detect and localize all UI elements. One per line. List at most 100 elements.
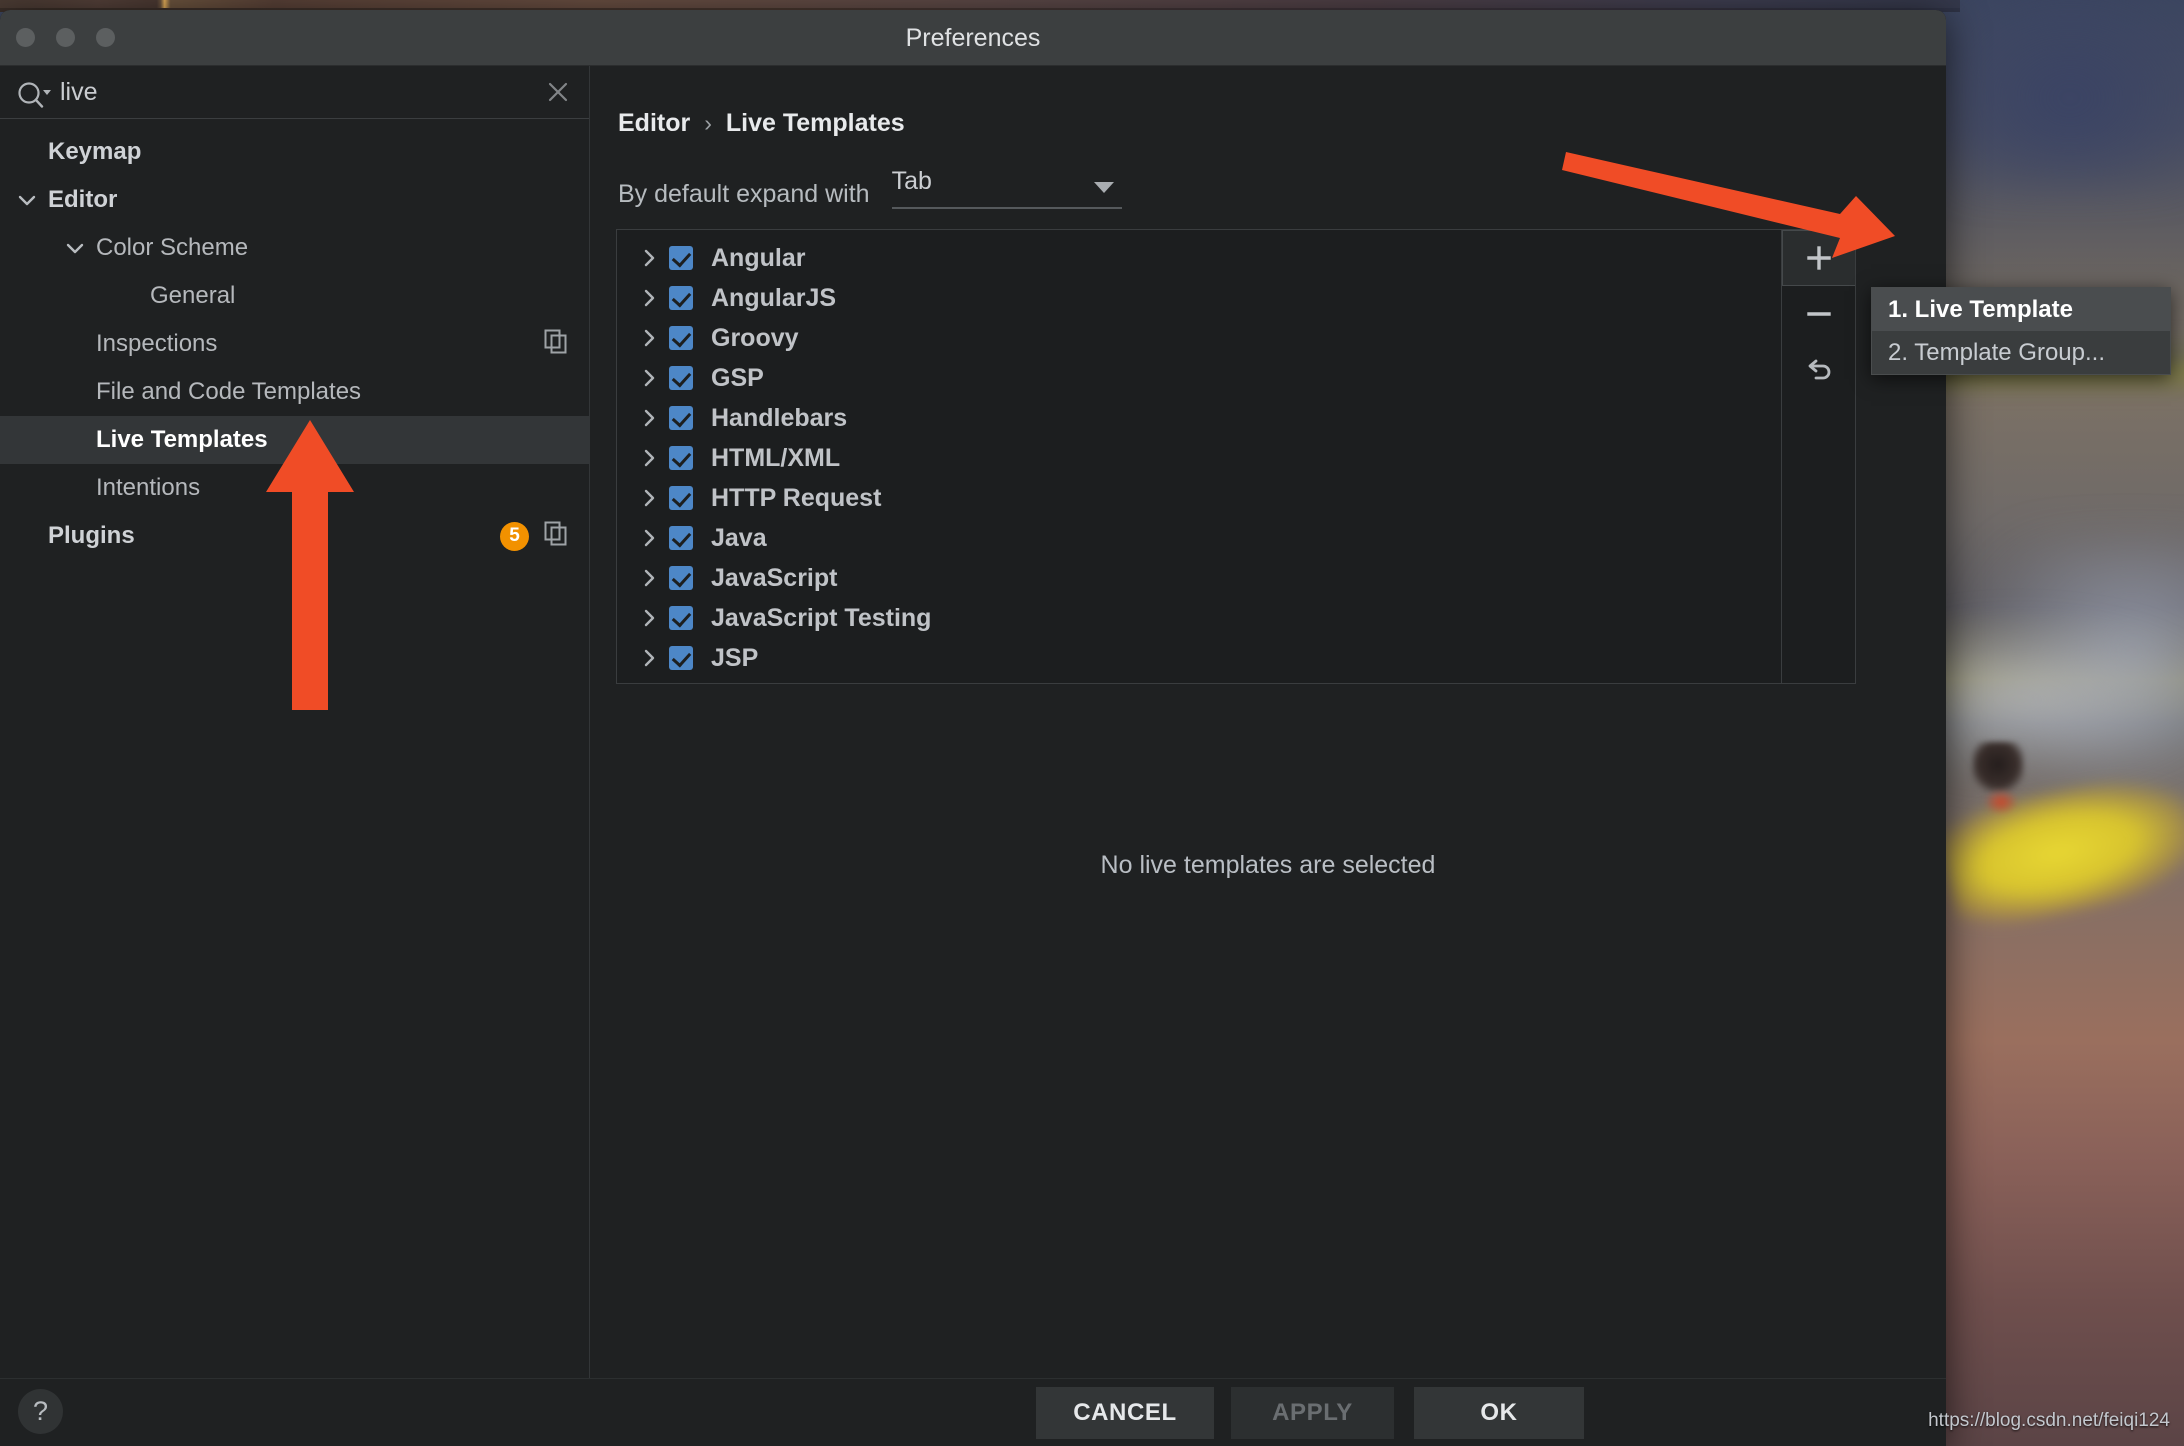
template-group-checkbox[interactable]: [669, 366, 693, 390]
dialog-footer: ? CANCEL APPLY OK: [0, 1378, 1946, 1446]
template-group-checkbox[interactable]: [669, 286, 693, 310]
sidebar-item-file-and-code-templates[interactable]: File and Code Templates: [0, 368, 589, 416]
popup-menu-item[interactable]: 2. Template Group...: [1872, 331, 2170, 374]
background-window-strip: [0, 0, 1960, 8]
template-group-row[interactable]: JSP: [617, 638, 1855, 678]
template-group-label: JSP: [711, 643, 759, 672]
template-groups-list: Angular AngularJS Groovy GSP Handlebars HTML/…: [617, 238, 1855, 678]
template-toolbar: [1781, 230, 1855, 683]
chevron-down-icon[interactable]: [62, 235, 88, 261]
template-group-checkbox[interactable]: [669, 606, 693, 630]
clear-icon[interactable]: [541, 75, 575, 109]
sidebar-item-label: Intentions: [96, 474, 201, 501]
revert-template-button[interactable]: [1782, 342, 1855, 398]
template-group-row[interactable]: JavaScript Testing: [617, 598, 1855, 638]
sidebar-item-inspections[interactable]: Inspections: [0, 320, 589, 368]
template-group-label: GSP: [711, 363, 764, 392]
chevron-right-icon[interactable]: [631, 326, 669, 350]
template-group-row[interactable]: GSP: [617, 358, 1855, 398]
sidebar-item-live-templates[interactable]: Live Templates: [0, 416, 589, 464]
template-group-checkbox[interactable]: [669, 526, 693, 550]
empty-state-message: No live templates are selected: [1100, 851, 1436, 879]
popup-menu-item[interactable]: 1. Live Template: [1872, 288, 2170, 331]
breadcrumb-current: Live Templates: [725, 109, 905, 137]
template-group-label: HTTP Request: [711, 483, 882, 512]
template-group-row[interactable]: AngularJS: [617, 278, 1855, 318]
window-body: live Keymap Editor Color Scheme General Insp…: [0, 66, 1946, 1378]
template-group-row[interactable]: HTML/XML: [617, 438, 1855, 478]
breadcrumb-separator-icon: ›: [704, 110, 712, 136]
template-group-checkbox[interactable]: [669, 326, 693, 350]
expand-with-select[interactable]: Tab: [891, 167, 1122, 209]
watermark-url: https://blog.csdn.net/feiqi124: [1928, 1410, 2170, 1431]
template-group-checkbox[interactable]: [669, 246, 693, 270]
remove-template-button[interactable]: [1782, 286, 1855, 342]
settings-tree: Keymap Editor Color Scheme General Inspectio…: [0, 119, 589, 560]
template-group-row[interactable]: HTTP Request: [617, 478, 1855, 518]
cancel-button[interactable]: CANCEL: [1036, 1387, 1214, 1439]
template-group-label: Handlebars: [711, 403, 848, 432]
sidebar-item-label: File and Code Templates: [96, 378, 362, 405]
template-group-checkbox[interactable]: [669, 566, 693, 590]
template-group-row[interactable]: JavaScript: [617, 558, 1855, 598]
help-button[interactable]: ?: [18, 1389, 63, 1434]
breadcrumb: Editor › Live Templates: [618, 109, 905, 138]
chevron-right-icon[interactable]: [631, 526, 669, 550]
copy-settings-icon[interactable]: [543, 328, 569, 361]
chevron-right-icon[interactable]: [631, 446, 669, 470]
sidebar-item-plugins[interactable]: Plugins 5: [0, 512, 589, 560]
apply-button[interactable]: APPLY: [1231, 1387, 1394, 1439]
settings-sidebar: live Keymap Editor Color Scheme General Insp…: [0, 66, 590, 1378]
sidebar-item-label: Live Templates: [96, 426, 268, 453]
template-group-checkbox[interactable]: [669, 446, 693, 470]
expand-with-label: By default expand with: [618, 180, 870, 208]
template-group-row[interactable]: Groovy: [617, 318, 1855, 358]
settings-main-panel: Editor › Live Templates By default expan…: [590, 66, 1946, 1378]
search-input[interactable]: live: [60, 78, 541, 107]
sidebar-item-editor[interactable]: Editor: [0, 176, 589, 224]
chevron-right-icon[interactable]: [631, 366, 669, 390]
template-group-label: HTML/XML: [711, 443, 841, 472]
sidebar-item-indicators: [543, 320, 569, 368]
chevron-right-icon[interactable]: [631, 486, 669, 510]
ok-button[interactable]: OK: [1414, 1387, 1584, 1439]
chevron-right-icon[interactable]: [631, 246, 669, 270]
template-group-row[interactable]: Angular: [617, 238, 1855, 278]
template-group-label: JavaScript Testing: [711, 603, 932, 632]
template-group-checkbox[interactable]: [669, 406, 693, 430]
sidebar-item-general[interactable]: General: [0, 272, 589, 320]
sidebar-item-color-scheme[interactable]: Color Scheme: [0, 224, 589, 272]
chevron-right-icon[interactable]: [631, 286, 669, 310]
template-group-label: AngularJS: [711, 283, 837, 312]
template-group-checkbox[interactable]: [669, 486, 693, 510]
add-template-button[interactable]: [1782, 230, 1855, 286]
chevron-right-icon[interactable]: [631, 646, 669, 670]
template-group-row[interactable]: Handlebars: [617, 398, 1855, 438]
wallpaper-character-hair: [1972, 742, 2024, 792]
sidebar-item-label: General: [150, 282, 236, 309]
sidebar-item-label: Keymap: [48, 138, 142, 165]
sidebar-item-intentions[interactable]: Intentions: [0, 464, 589, 512]
sidebar-item-label: Plugins: [48, 522, 135, 549]
chevron-right-icon[interactable]: [631, 566, 669, 590]
sidebar-item-indicators: 5: [500, 512, 569, 560]
preferences-window: Preferences live Keymap Editor Color Sch…: [0, 10, 1946, 1446]
search-row[interactable]: live: [0, 66, 589, 119]
chevron-right-icon[interactable]: [631, 406, 669, 430]
sidebar-item-label: Inspections: [96, 330, 218, 357]
wallpaper-cloud: [1930, 620, 2184, 780]
chevron-right-icon[interactable]: [631, 606, 669, 630]
breadcrumb-root[interactable]: Editor: [618, 109, 690, 138]
search-icon[interactable]: [14, 77, 54, 108]
chevron-down-icon: [1093, 182, 1114, 193]
template-group-row[interactable]: Java: [617, 518, 1855, 558]
update-count-badge: 5: [500, 521, 529, 551]
template-group-label: Angular: [711, 243, 806, 272]
window-titlebar: Preferences: [0, 10, 1946, 66]
copy-settings-icon[interactable]: [543, 520, 569, 553]
template-group-label: Java: [711, 523, 767, 552]
chevron-down-icon[interactable]: [14, 187, 40, 213]
template-group-checkbox[interactable]: [669, 646, 693, 670]
sidebar-item-keymap[interactable]: Keymap: [0, 128, 589, 176]
sidebar-item-label: Color Scheme: [96, 234, 249, 261]
